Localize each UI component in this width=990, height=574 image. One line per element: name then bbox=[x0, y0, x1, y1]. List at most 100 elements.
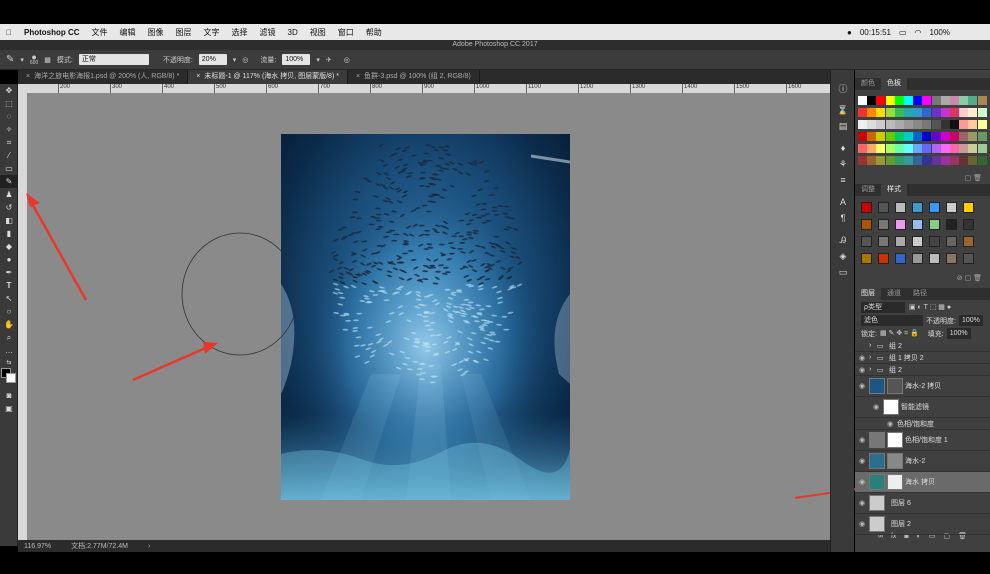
eye-icon[interactable]: ◉ bbox=[855, 457, 869, 465]
color-swatch[interactable] bbox=[904, 120, 913, 129]
style-swatch[interactable] bbox=[861, 219, 872, 230]
color-swatch[interactable] bbox=[894, 120, 904, 129]
glyphs-icon[interactable]: Ꭿ bbox=[831, 232, 855, 248]
clear-style-icon[interactable]: ⊘ bbox=[957, 275, 963, 282]
color-swatch[interactable] bbox=[977, 144, 987, 153]
color-swatch[interactable] bbox=[968, 132, 978, 141]
color-swatch[interactable] bbox=[968, 144, 978, 153]
tab-layers[interactable]: 图层 bbox=[855, 288, 881, 300]
style-swatch[interactable] bbox=[929, 253, 940, 264]
color-swatch[interactable] bbox=[922, 132, 932, 141]
chevron-right-icon[interactable]: › bbox=[869, 342, 877, 349]
color-swatch[interactable] bbox=[858, 108, 867, 117]
style-swatch[interactable] bbox=[946, 202, 957, 213]
color-swatch[interactable] bbox=[968, 96, 978, 105]
color-swatch[interactable] bbox=[950, 132, 959, 141]
color-swatch[interactable] bbox=[913, 132, 923, 141]
style-swatch[interactable] bbox=[929, 236, 940, 247]
color-swatch[interactable] bbox=[904, 156, 913, 165]
eye-icon[interactable]: ◉ bbox=[855, 354, 869, 362]
color-swatch[interactable] bbox=[940, 156, 950, 165]
color-swatch[interactable] bbox=[959, 108, 969, 117]
layer-group[interactable]: › ▭ 组 2 bbox=[855, 340, 990, 352]
color-swatch[interactable] bbox=[867, 120, 877, 129]
eye-icon[interactable]: ◉ bbox=[855, 499, 869, 507]
paragraph-icon[interactable]: ¶ bbox=[831, 210, 855, 226]
style-swatch[interactable] bbox=[861, 236, 872, 247]
color-swatch[interactable] bbox=[977, 120, 987, 129]
style-swatch[interactable] bbox=[963, 236, 974, 247]
color-swatch[interactable] bbox=[977, 96, 987, 105]
style-swatch[interactable] bbox=[895, 253, 906, 264]
color-swatch[interactable] bbox=[894, 144, 904, 153]
color-swatch[interactable] bbox=[931, 132, 941, 141]
style-swatch[interactable] bbox=[878, 202, 889, 213]
color-swatch[interactable] bbox=[931, 120, 941, 129]
color-swatch[interactable] bbox=[968, 120, 978, 129]
color-swatch[interactable] bbox=[867, 144, 877, 153]
color-swatch[interactable] bbox=[858, 96, 867, 105]
color-swatch[interactable] bbox=[885, 156, 895, 165]
style-swatch[interactable] bbox=[895, 202, 906, 213]
mask-thumbnail[interactable] bbox=[887, 432, 903, 448]
properties-icon[interactable]: ▤ bbox=[831, 118, 855, 134]
style-swatch[interactable] bbox=[861, 253, 872, 264]
layer-item[interactable]: ◉ 图层 6 bbox=[855, 493, 990, 514]
eye-icon[interactable]: ◉ bbox=[869, 403, 883, 411]
color-swatch[interactable] bbox=[950, 156, 959, 165]
filter-icons[interactable]: ▣ ◐ T ⬚ ▦ ● bbox=[909, 303, 951, 311]
color-swatch[interactable] bbox=[931, 144, 941, 153]
style-swatch[interactable] bbox=[912, 219, 923, 230]
color-swatch[interactable] bbox=[885, 108, 895, 117]
mask-thumbnail[interactable] bbox=[887, 378, 903, 394]
color-swatch[interactable] bbox=[904, 108, 913, 117]
color-swatch[interactable] bbox=[876, 144, 886, 153]
style-swatch[interactable] bbox=[946, 236, 957, 247]
layer-fill-field[interactable]: 100% bbox=[946, 328, 971, 339]
layer-opacity-field[interactable]: 100% bbox=[958, 315, 983, 326]
character-icon[interactable]: A bbox=[831, 194, 855, 210]
color-swatch[interactable] bbox=[894, 156, 904, 165]
eye-icon[interactable]: ◉ bbox=[855, 436, 869, 444]
style-swatch[interactable] bbox=[963, 202, 974, 213]
color-swatch[interactable] bbox=[904, 144, 913, 153]
color-swatch[interactable] bbox=[885, 120, 895, 129]
chevron-right-icon[interactable]: › bbox=[869, 354, 877, 361]
libraries-icon[interactable]: ◈ bbox=[831, 248, 855, 264]
style-swatch[interactable] bbox=[878, 253, 889, 264]
color-swatch[interactable] bbox=[885, 144, 895, 153]
color-swatch[interactable] bbox=[968, 108, 978, 117]
new-swatch-icon[interactable]: ▢ bbox=[965, 175, 972, 182]
adjust-icon[interactable]: ≡ bbox=[831, 172, 855, 188]
color-swatch[interactable] bbox=[940, 132, 950, 141]
tab-channels[interactable]: 通道 bbox=[881, 288, 907, 300]
color-swatch[interactable] bbox=[959, 156, 969, 165]
color-swatch[interactable] bbox=[922, 108, 932, 117]
eye-icon[interactable]: ◉ bbox=[855, 520, 869, 528]
color-swatch[interactable] bbox=[894, 108, 904, 117]
color-swatch[interactable] bbox=[867, 108, 877, 117]
tab-styles[interactable]: 样式 bbox=[881, 184, 907, 196]
color-swatch[interactable] bbox=[894, 96, 904, 105]
color-swatch[interactable] bbox=[940, 108, 950, 117]
style-swatch[interactable] bbox=[946, 253, 957, 264]
color-swatch[interactable] bbox=[876, 156, 886, 165]
timeline-icon[interactable]: ▭ bbox=[831, 264, 855, 280]
style-swatch[interactable] bbox=[946, 219, 957, 230]
color-swatch[interactable] bbox=[977, 132, 987, 141]
color-swatch[interactable] bbox=[876, 132, 886, 141]
mask-thumbnail[interactable] bbox=[887, 474, 903, 490]
color-swatch[interactable] bbox=[913, 108, 923, 117]
zoom-level[interactable]: 116.97% bbox=[24, 543, 51, 550]
style-swatch[interactable] bbox=[895, 236, 906, 247]
color-swatch[interactable] bbox=[922, 144, 932, 153]
chevron-right-icon[interactable]: › bbox=[148, 543, 150, 550]
style-swatch[interactable] bbox=[912, 202, 923, 213]
layer-item[interactable]: ◉ 海水-2 拷贝 bbox=[855, 376, 990, 397]
layer-group[interactable]: ◉ › ▭ 组 2 bbox=[855, 364, 990, 376]
color-swatch[interactable] bbox=[950, 108, 959, 117]
color-swatch[interactable] bbox=[922, 156, 932, 165]
trash-icon[interactable]: 🗑 bbox=[973, 275, 982, 282]
eye-icon[interactable]: ◉ bbox=[855, 382, 869, 390]
color-swatch[interactable] bbox=[913, 156, 923, 165]
